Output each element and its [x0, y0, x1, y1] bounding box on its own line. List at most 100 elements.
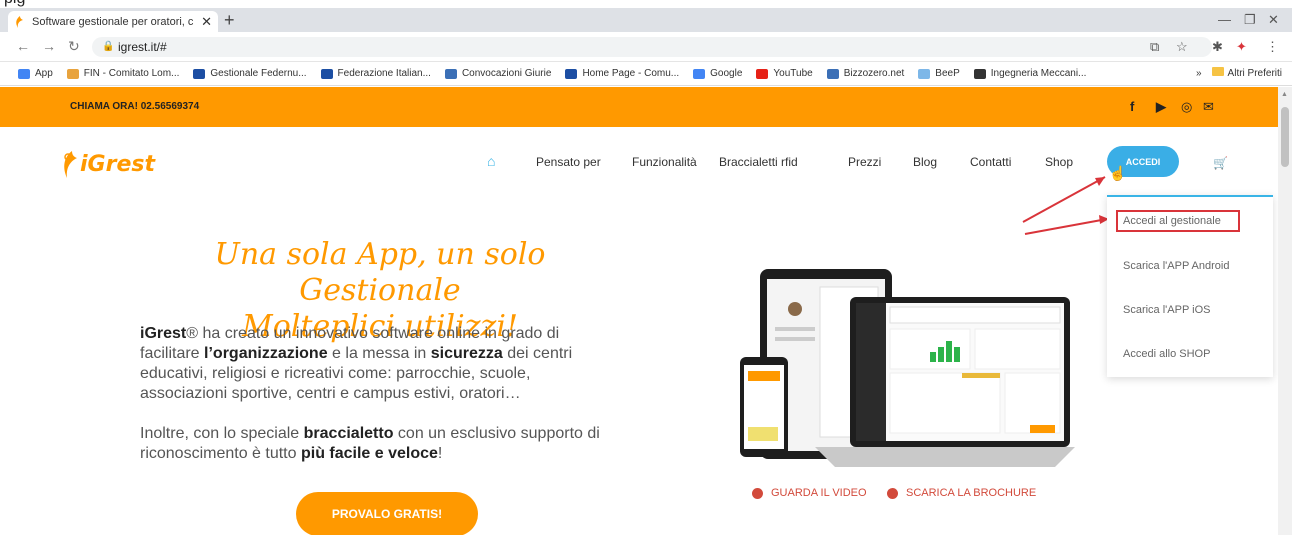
bookmark-favicon-icon: [66, 68, 79, 79]
bookmark-label: Federazione Italian...: [337, 68, 431, 79]
headline-line-1: Una sola App, un solo Gestionale: [214, 237, 546, 308]
menu-prezzi[interactable]: Prezzi: [848, 155, 881, 169]
bookmark-item[interactable]: Gestionale Federnu...: [193, 68, 307, 79]
forward-icon[interactable]: →: [42, 38, 56, 54]
other-bookmarks[interactable]: Altri Preferiti: [1211, 67, 1282, 79]
whatsapp-icon[interactable]: ◎: [1181, 99, 1192, 115]
cut-off-text: pig: [4, 0, 25, 8]
bookmark-favicon-icon: [918, 68, 931, 79]
phone-text[interactable]: CHIAMA ORA! 02.56569374: [70, 101, 199, 112]
accedi-dropdown: Accedi al gestionale Scarica l'APP Andro…: [1107, 195, 1273, 377]
share-icon[interactable]: ⧉: [1150, 39, 1159, 55]
bookmark-label: Ingegneria Meccani...: [990, 68, 1087, 79]
bookmark-item[interactable]: Federazione Italian...: [320, 68, 431, 79]
brand-name: iGrest: [140, 325, 187, 342]
restore-icon[interactable]: ❐: [1244, 12, 1256, 28]
bookmark-label: Bizzozero.net: [843, 68, 905, 79]
p2-bold-facile: più facile e veloce: [300, 445, 438, 462]
bookmark-item[interactable]: App: [18, 68, 53, 79]
facebook-icon[interactable]: f: [1130, 99, 1134, 114]
dropdown-accedi-gestionale[interactable]: Accedi al gestionale: [1123, 215, 1221, 227]
watch-video-link[interactable]: GUARDA IL VIDEO: [752, 487, 867, 499]
bookmark-item[interactable]: Google: [693, 68, 742, 79]
bookmarks-right: » Altri Preferiti: [1196, 67, 1282, 79]
bookmark-label: Google: [710, 68, 743, 79]
watch-video-label: GUARDA IL VIDEO: [771, 487, 867, 499]
more-bookmarks-icon[interactable]: »: [1196, 68, 1202, 79]
menu-dots-icon[interactable]: ⋮: [1266, 39, 1279, 55]
top-contact-bar: CHIAMA ORA! 02.56569374 f ▶ ◎ ✉: [0, 87, 1278, 127]
reload-icon[interactable]: ↻: [68, 38, 80, 55]
site-logo[interactable]: iGrest: [60, 149, 155, 179]
intro-paragraph: iGrest® ha creato un innovativo software…: [140, 324, 620, 404]
menu-contatti[interactable]: Contatti: [970, 155, 1011, 169]
try-free-button[interactable]: PROVALO GRATIS!: [296, 492, 478, 535]
menu-funzionalita[interactable]: Funzionalità: [632, 155, 697, 169]
window-top-strip: pig: [0, 0, 1292, 8]
bookmark-label: App: [35, 68, 53, 79]
extensions-icon[interactable]: ✱: [1212, 39, 1223, 55]
bookmark-label: FIN - Comitato Lom...: [83, 68, 180, 79]
p2-text-a: Inoltre, con lo speciale: [140, 425, 304, 442]
logo-text: iGrest: [80, 151, 155, 177]
igrest-favicon-icon: [16, 15, 23, 28]
annotation-arrows: [1022, 176, 1109, 235]
bookmark-item[interactable]: FIN - Comitato Lom...: [66, 68, 180, 79]
bookmark-label: Convocazioni Giurie: [461, 68, 552, 79]
home-icon[interactable]: ⌂: [487, 153, 495, 169]
back-icon[interactable]: ←: [16, 38, 30, 54]
menu-braccialetti-rfid[interactable]: Braccialetti rfid: [719, 155, 798, 169]
dropdown-app-android[interactable]: Scarica l'APP Android: [1123, 260, 1229, 272]
page-scrollbar[interactable]: ▲: [1278, 87, 1292, 535]
bookmark-star-icon[interactable]: ☆: [1176, 39, 1188, 55]
bookmark-favicon-icon: [18, 68, 30, 79]
cart-icon[interactable]: 🛒: [1213, 156, 1228, 170]
youtube-icon[interactable]: ▶: [1156, 99, 1166, 115]
bookmark-label: Gestionale Federnu...: [210, 68, 307, 79]
p1-bold-sicurezza: sicurezza: [430, 345, 503, 362]
download-icon: [887, 487, 898, 499]
menu-blog[interactable]: Blog: [913, 155, 937, 169]
new-tab-icon[interactable]: +: [224, 10, 235, 31]
bookmark-label: BeeP: [935, 68, 960, 79]
minimize-icon[interactable]: —: [1218, 12, 1231, 27]
mail-icon[interactable]: ✉: [1203, 99, 1214, 115]
close-window-icon[interactable]: ✕: [1268, 12, 1279, 28]
dropdown-accedi-shop[interactable]: Accedi allo SHOP: [1123, 348, 1210, 360]
dropdown-app-ios[interactable]: Scarica l'APP iOS: [1123, 304, 1210, 316]
browser-tab[interactable]: Software gestionale per oratori, c ✕: [8, 11, 218, 32]
bookmark-favicon-icon: [565, 68, 578, 79]
bookmark-favicon-icon: [756, 68, 769, 79]
menu-pensato-per[interactable]: Pensato per: [536, 155, 601, 169]
p1-text-b: e la messa in: [327, 345, 431, 362]
folder-icon: [1211, 67, 1224, 76]
bookmark-item[interactable]: Home Page - Comu...: [565, 68, 679, 79]
bookmark-item[interactable]: Convocazioni Giurie: [444, 68, 552, 79]
scroll-up-icon[interactable]: ▲: [1281, 91, 1288, 98]
tab-close-icon[interactable]: ✕: [201, 14, 212, 30]
arrow-to-accedi: [1022, 176, 1106, 223]
tab-title: Software gestionale per oratori, c: [32, 15, 194, 28]
logo-mark-icon: [64, 151, 77, 178]
bookmark-favicon-icon: [320, 68, 333, 79]
bookmark-item[interactable]: Bizzozero.net: [826, 68, 905, 79]
scrollbar-thumb[interactable]: [1281, 107, 1289, 167]
bookmark-item[interactable]: Ingegneria Meccani...: [973, 68, 1087, 79]
bookmark-item[interactable]: BeeP: [918, 68, 960, 79]
arrow-to-gestionale: [1024, 218, 1108, 235]
url-field[interactable]: 🔒 igrest.it/#: [92, 37, 1212, 57]
bookmarks-bar: App FIN - Comitato Lom... Gestionale Feder…: [0, 62, 1292, 86]
p2-text-c: !: [437, 445, 443, 462]
download-brochure-link[interactable]: SCARICA LA BROCHURE: [887, 487, 1036, 499]
bookmark-item[interactable]: YouTube: [756, 68, 813, 79]
bracelet-paragraph: Inoltre, con lo speciale braccialetto co…: [140, 424, 620, 464]
web-page: CHIAMA ORA! 02.56569374 f ▶ ◎ ✉ iGrest ⌂…: [0, 87, 1278, 535]
address-bar: ← → ↻ 🔒 igrest.it/# ⧉ ☆ ✱ ✦ ⋮: [0, 32, 1292, 62]
play-icon: [752, 487, 763, 499]
menu-shop[interactable]: Shop: [1045, 155, 1073, 169]
tab-bar: Software gestionale per oratori, c ✕ + —…: [0, 8, 1292, 32]
bookmark-favicon-icon: [693, 68, 706, 79]
acrobat-extension-icon[interactable]: ✦: [1236, 39, 1247, 55]
other-bookmarks-label: Altri Preferiti: [1227, 68, 1282, 79]
bookmark-favicon-icon: [826, 68, 839, 79]
